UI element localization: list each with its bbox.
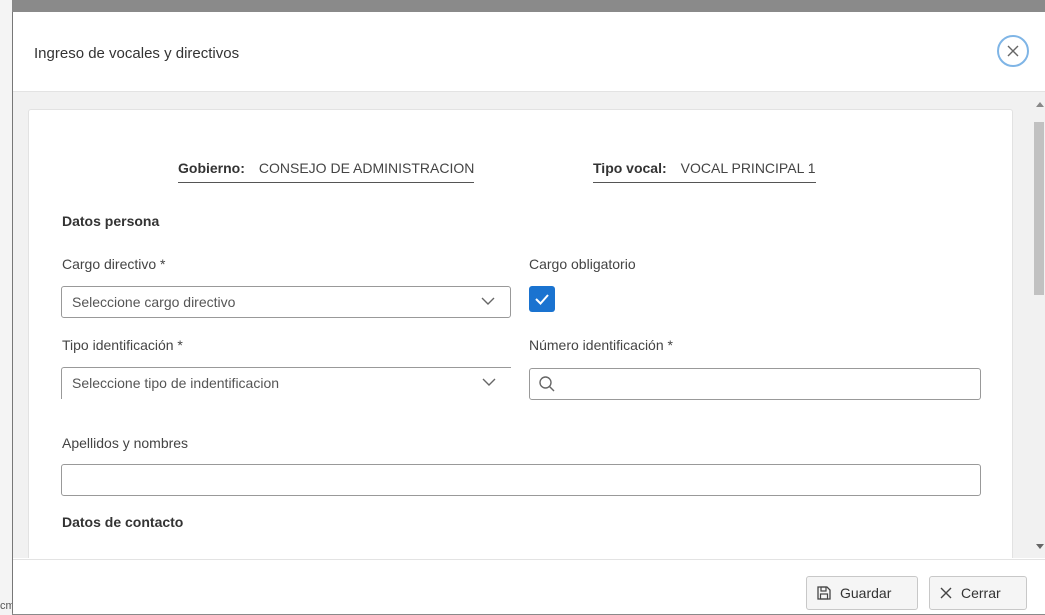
cerrar-button[interactable]: Cerrar xyxy=(929,576,1027,610)
tipo-vocal-value: VOCAL PRINCIPAL 1 xyxy=(680,160,816,176)
cargo-directivo-label: Cargo directivo * xyxy=(62,256,166,272)
scrollbar-thumb[interactable] xyxy=(1034,122,1044,295)
save-icon xyxy=(817,586,831,600)
gobierno-value: CONSEJO DE ADMINISTRACION xyxy=(258,160,475,176)
chevron-down-icon xyxy=(482,378,496,386)
scroll-up-arrow-icon[interactable] xyxy=(1036,102,1044,107)
save-button[interactable]: Guardar xyxy=(806,576,918,610)
check-icon xyxy=(535,294,549,305)
tipo-identificacion-label: Tipo identificación * xyxy=(62,337,183,353)
apellidos-nombres-input[interactable] xyxy=(61,464,981,496)
cargo-obligatorio-checkbox[interactable] xyxy=(529,286,555,312)
gobierno-label: Gobierno: xyxy=(178,160,245,176)
cargo-directivo-placeholder: Seleccione cargo directivo xyxy=(72,294,236,310)
tipo-identificacion-placeholder: Seleccione tipo de indentificacion xyxy=(72,375,280,391)
close-icon xyxy=(940,587,952,599)
apellidos-nombres-label: Apellidos y nombres xyxy=(62,435,189,451)
datos-persona-title: Datos persona xyxy=(62,213,160,229)
gobierno-info: Gobierno: CONSEJO DE ADMINISTRACION xyxy=(178,160,475,183)
cargo-obligatorio-label: Cargo obligatorio xyxy=(529,256,636,272)
close-button[interactable] xyxy=(997,35,1029,67)
tipo-vocal-label: Tipo vocal: xyxy=(593,160,667,176)
tipo-identificacion-select[interactable]: Seleccione tipo de indentificacion xyxy=(61,367,511,399)
cargo-directivo-select[interactable]: Seleccione cargo directivo xyxy=(61,286,511,318)
numero-identificacion-label: Número identificación * xyxy=(529,337,673,353)
numero-identificacion-input[interactable] xyxy=(529,368,981,400)
dialog-title: Ingreso de vocales y directivos xyxy=(34,45,240,62)
save-label: Guardar xyxy=(840,585,892,601)
tipo-vocal-info: Tipo vocal: VOCAL PRINCIPAL 1 xyxy=(593,160,816,183)
vertical-scrollbar[interactable] xyxy=(1029,92,1045,558)
dialog-header: Ingreso de vocales y directivos xyxy=(13,12,1045,92)
cerrar-label: Cerrar xyxy=(961,585,1001,601)
scroll-down-arrow-icon[interactable] xyxy=(1036,544,1044,549)
datos-contacto-title: Datos de contacto xyxy=(62,514,184,530)
chevron-down-icon xyxy=(481,297,495,305)
close-icon xyxy=(1007,45,1019,57)
search-icon xyxy=(539,376,555,392)
